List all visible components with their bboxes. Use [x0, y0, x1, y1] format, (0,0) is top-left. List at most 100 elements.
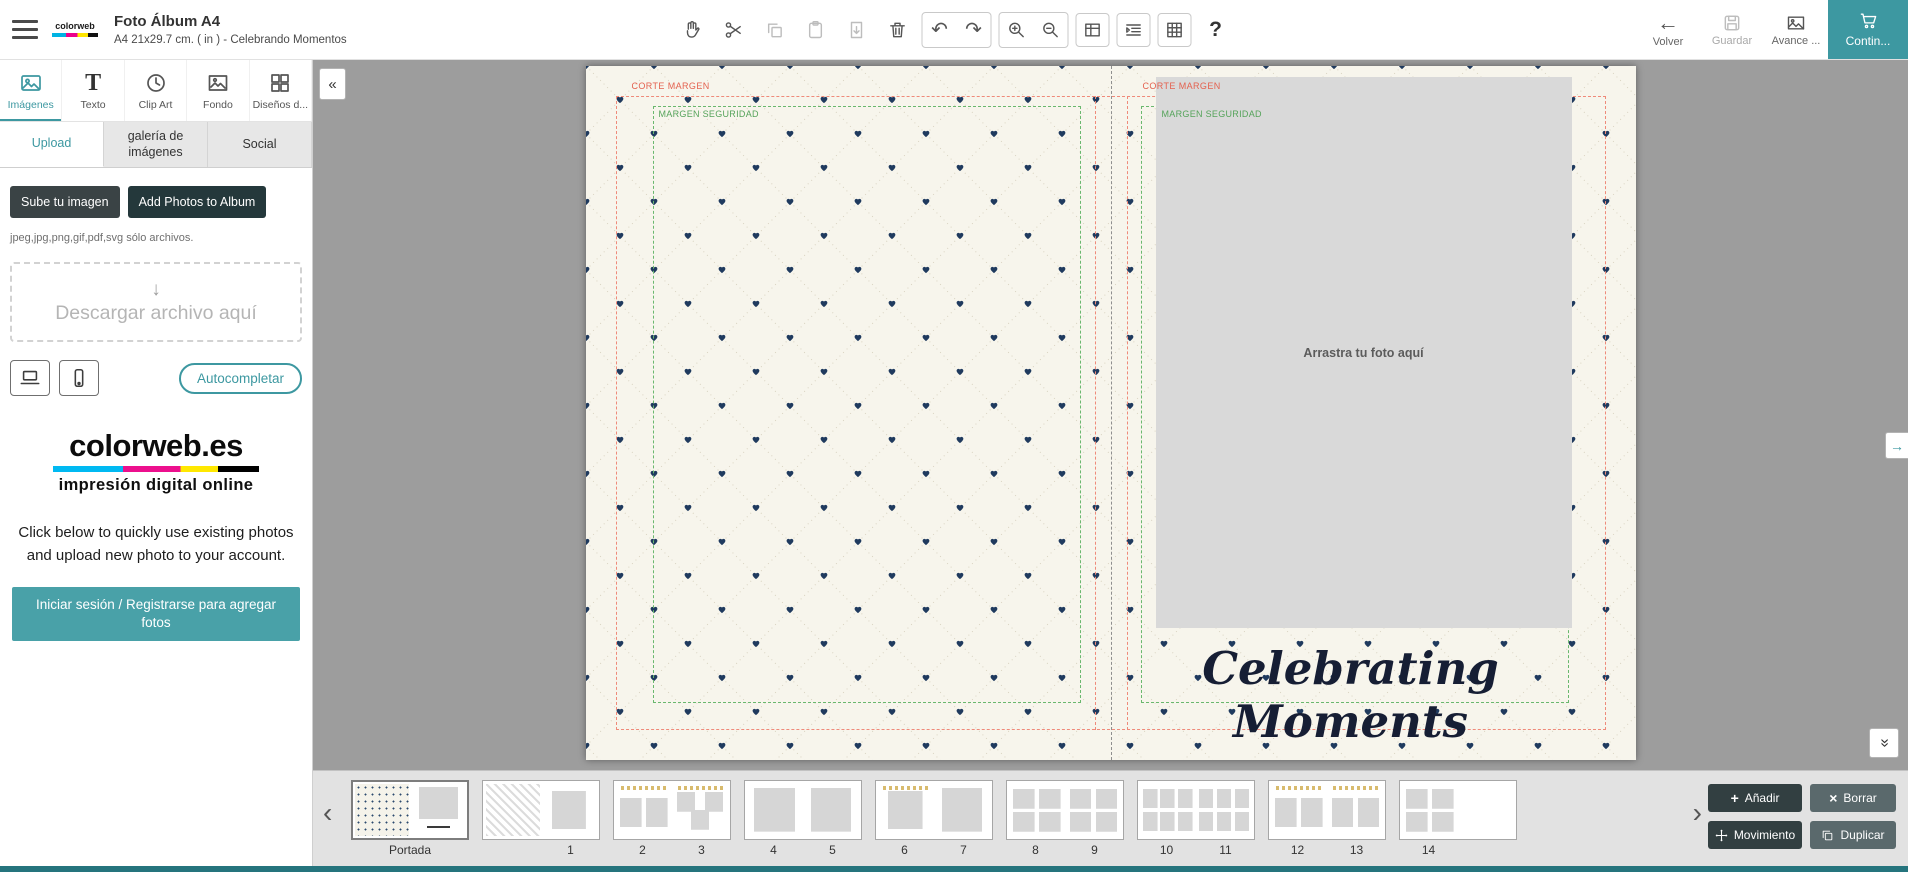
tool-tab-label: Texto — [80, 98, 106, 111]
desktop-upload-button[interactable] — [10, 360, 50, 396]
tab-gallery[interactable]: galería de imágenes — [104, 122, 208, 167]
safe-margin-guide-left — [652, 106, 1081, 703]
pages-filmstrip: ‹ Portada 1 23 45 67 8 9 10 11 12 13 14 … — [313, 770, 1908, 866]
thumb-pages-10-11[interactable]: 10 11 — [1137, 780, 1255, 857]
back-button[interactable]: ← Volver — [1636, 0, 1700, 59]
paste-icon[interactable] — [798, 13, 833, 47]
thumb-page-14[interactable]: 14 — [1399, 780, 1517, 857]
copy-icon[interactable] — [757, 13, 792, 47]
upload-image-button[interactable]: Sube tu imagen — [10, 186, 120, 218]
cmyk-bar-icon — [52, 32, 98, 37]
background-icon — [208, 74, 228, 91]
text-icon: T — [85, 69, 102, 96]
upload-buttons-row: Sube tu imagen Add Photos to Album — [0, 168, 312, 224]
close-icon: × — [1829, 790, 1838, 806]
source-tabs: Upload galería de imágenes Social — [0, 122, 312, 168]
duplicate-icon — [1823, 830, 1833, 840]
mobile-upload-button[interactable] — [59, 360, 99, 396]
cover-title-text[interactable]: Celebrating Moments — [1131, 642, 1571, 748]
page-action-buttons: + Añadir × Borrar Movimiento Duplicar — [1708, 784, 1896, 849]
tab-social[interactable]: Social — [208, 122, 312, 167]
back-label: Volver — [1652, 35, 1684, 48]
thumb-pages-6-7[interactable]: 67 — [875, 780, 993, 857]
grid-icon[interactable] — [1157, 13, 1192, 47]
sidebar-collapse-button[interactable]: « — [319, 68, 346, 100]
dropzone-label: Descargar archivo aquí — [55, 301, 257, 324]
tool-tab-label: Imágenes — [7, 98, 54, 111]
table-icon[interactable] — [1075, 13, 1110, 47]
continue-button[interactable]: Contin... — [1828, 0, 1908, 59]
pan-hand-icon[interactable] — [675, 13, 710, 47]
tool-tab-texto[interactable]: T Texto — [62, 60, 125, 121]
page-title: Foto Álbum A4 — [114, 13, 221, 31]
preview-label: Avance ... — [1771, 34, 1821, 47]
tool-tab-fondo[interactable]: Fondo — [187, 60, 250, 121]
add-photos-to-album-button[interactable]: Add Photos to Album — [127, 186, 267, 218]
safe-margin-label-left: MARGEN SEGURIDAD — [658, 109, 759, 119]
move-page-button[interactable]: Movimiento — [1708, 821, 1802, 849]
zoom-out-icon[interactable] — [1033, 13, 1068, 47]
save-icon — [1724, 15, 1740, 30]
spine-fold-line — [1110, 66, 1112, 760]
header-logo[interactable]: colorweb — [52, 21, 98, 37]
top-toolbar: colorweb Foto Álbum A4 A4 21x29.7 cm. ( … — [0, 0, 1908, 60]
thumb-pages-4-5[interactable]: 45 — [744, 780, 862, 857]
tool-tab-disenos[interactable]: Diseños d... — [250, 60, 313, 121]
thumb-cover[interactable]: Portada — [351, 780, 469, 857]
thumb-pages-8-9[interactable]: 89 — [1006, 780, 1124, 857]
page-thumbnails: Portada 1 23 45 67 89 10 11 12 13 14 — [351, 780, 1517, 857]
device-row: Autocompletar — [10, 360, 302, 396]
cover-photo-placeholder[interactable]: Arrastra tu foto aquí — [1155, 77, 1572, 628]
menu-icon[interactable] — [12, 20, 38, 39]
panel-expand-button[interactable]: → — [1885, 432, 1908, 459]
filmstrip-prev-button[interactable]: ‹ — [323, 799, 332, 827]
collapse-left-icon: « — [328, 75, 337, 93]
cut-icon[interactable] — [716, 13, 751, 47]
filetypes-note: jpeg,jpg,png,gif,pdf,svg sólo archivos. — [10, 232, 194, 244]
zoom-in-icon[interactable] — [999, 13, 1034, 47]
help-icon[interactable]: ? — [1198, 13, 1233, 47]
signin-register-button[interactable]: Iniciar sesión / Registrarse para agrega… — [12, 587, 300, 642]
tool-tab-label: Fondo — [203, 98, 233, 111]
page-subtitle: A4 21x29.7 cm. ( in ) - Celebrando Momen… — [114, 33, 347, 46]
tab-upload[interactable]: Upload — [0, 122, 104, 167]
continue-label: Contin... — [1845, 34, 1891, 48]
trash-icon[interactable] — [880, 13, 915, 47]
left-sidebar: Imágenes T Texto Clip Art Fondo Diseños … — [0, 60, 313, 866]
autocomplete-button[interactable]: Autocompletar — [178, 362, 302, 394]
tool-tab-clipart[interactable]: Clip Art — [125, 60, 188, 121]
save-button[interactable]: Guardar — [1700, 0, 1764, 59]
filmstrip-collapse-button[interactable]: » — [1869, 728, 1899, 758]
save-label: Guardar — [1711, 34, 1753, 47]
file-dropzone[interactable]: ↓ Descargar archivo aquí — [10, 262, 302, 342]
tool-tab-imagenes[interactable]: Imágenes — [0, 60, 63, 121]
thumb-pages-12-13[interactable]: 12 13 — [1268, 780, 1386, 857]
cart-icon — [1860, 13, 1876, 29]
undo-icon[interactable]: ↶ — [922, 13, 957, 47]
editor-toolbar: ↶ ↷ ? — [675, 0, 1233, 60]
safe-margin-label-right: MARGEN SEGURIDAD — [1161, 109, 1262, 119]
clipart-icon — [146, 73, 165, 92]
paste-into-page-icon[interactable] — [839, 13, 874, 47]
undo-redo-group: ↶ ↷ — [921, 12, 992, 48]
cut-margin-label-right: CORTE MARGEN — [1142, 81, 1221, 91]
cmyk-bar-icon — [53, 465, 259, 472]
images-icon — [20, 74, 41, 91]
redo-icon[interactable]: ↷ — [956, 13, 991, 47]
smartphone-icon — [74, 368, 84, 388]
layouts-icon — [271, 73, 290, 92]
preview-button[interactable]: Avance ... — [1764, 0, 1828, 59]
back-arrow-icon: ← — [1657, 9, 1679, 35]
filmstrip-next-button[interactable]: › — [1693, 799, 1702, 827]
thumb-pages-2-3[interactable]: 23 — [613, 780, 731, 857]
indent-icon[interactable] — [1116, 13, 1151, 47]
album-cover-spread[interactable]: CORTE MARGEN CORTE MARGEN MARGEN SEGURID… — [585, 66, 1636, 760]
download-arrow-icon: ↓ — [151, 278, 161, 300]
add-page-button[interactable]: + Añadir — [1708, 784, 1802, 812]
bottom-accent-bar — [0, 866, 1908, 872]
header-actions: ← Volver Guardar Avance ... Contin... — [1636, 0, 1908, 59]
spine-guide-left — [1094, 96, 1096, 730]
delete-page-button[interactable]: × Borrar — [1810, 784, 1896, 812]
thumb-page-1[interactable]: 1 — [482, 780, 600, 857]
duplicate-page-button[interactable]: Duplicar — [1810, 821, 1896, 849]
